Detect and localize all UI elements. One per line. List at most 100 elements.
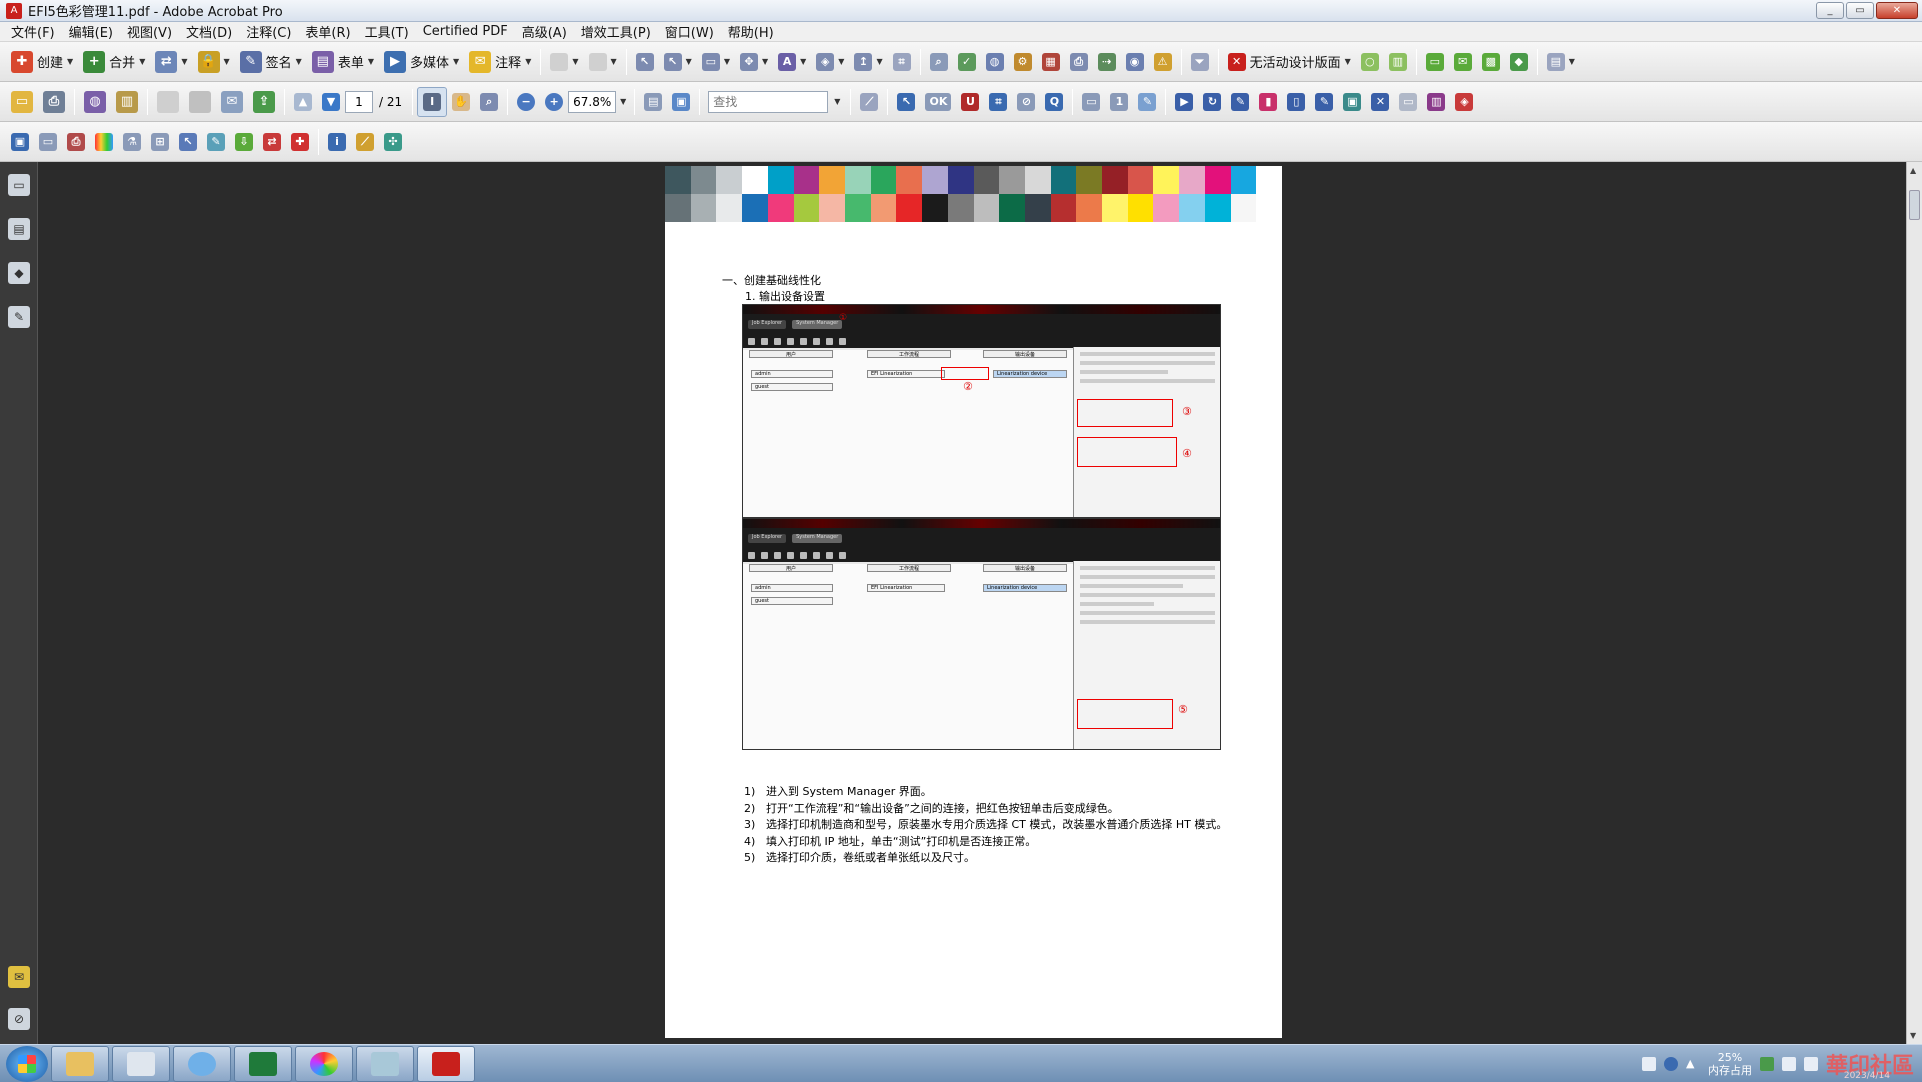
- layout-button[interactable]: ✕ 无活动设计版面 ▼: [1223, 47, 1356, 77]
- menu-tools[interactable]: 工具(T): [358, 22, 416, 41]
- pattern-tool[interactable]: ▩: [1477, 47, 1505, 77]
- edit-tool[interactable]: ✎: [1133, 87, 1161, 117]
- scroll-down-icon[interactable]: ▼: [1910, 1031, 1916, 1040]
- multimedia-button[interactable]: ▶ 多媒体 ▼: [379, 47, 464, 77]
- signatures-icon[interactable]: ✎: [8, 306, 30, 328]
- collaborate-button[interactable]: ⇄ ▼: [150, 47, 192, 77]
- maximize-button[interactable]: ▭: [1846, 2, 1874, 19]
- pp-tool-4[interactable]: [90, 127, 118, 157]
- layer-tool-1[interactable]: ○: [1356, 47, 1384, 77]
- select-tool-2[interactable]: ↖ ▼: [659, 47, 697, 77]
- plugin-tool-11[interactable]: ◈: [1450, 87, 1478, 117]
- move-tool[interactable]: ✥ ▼: [735, 47, 773, 77]
- crop-page-tool[interactable]: ⌗: [984, 87, 1012, 117]
- menu-window[interactable]: 窗口(W): [658, 22, 721, 41]
- help-icon[interactable]: [1663, 1057, 1678, 1071]
- pin-tool[interactable]: ↥ ▼: [849, 47, 887, 77]
- pages-icon[interactable]: ▭: [8, 174, 30, 196]
- scroll-up-icon[interactable]: ▲: [1910, 166, 1916, 175]
- open-button[interactable]: ▭: [6, 87, 38, 117]
- taskbar-excel[interactable]: [234, 1045, 292, 1082]
- find-dropdown-icon[interactable]: ▼: [834, 97, 840, 106]
- text-tool[interactable]: A ▼: [773, 47, 811, 77]
- hand-tool[interactable]: ✋: [447, 87, 475, 117]
- shield-icon[interactable]: [1759, 1057, 1774, 1071]
- zoom-in-button[interactable]: +: [540, 87, 568, 117]
- pp-tool-7[interactable]: ↖: [174, 127, 202, 157]
- menu-certified-pdf[interactable]: Certified PDF: [416, 24, 515, 39]
- fit-page-button[interactable]: ▣: [667, 87, 695, 117]
- plugin-tool-2[interactable]: ↻: [1198, 87, 1226, 117]
- tray-arrow-icon[interactable]: ▲: [1686, 1057, 1700, 1071]
- select-object-tool[interactable]: ↖: [631, 47, 659, 77]
- plugin-tool-9[interactable]: ▭: [1394, 87, 1422, 117]
- menu-forms[interactable]: 表单(R): [298, 22, 357, 41]
- menu-comments[interactable]: 注释(C): [239, 22, 298, 41]
- scroll-thumb[interactable]: [1909, 190, 1920, 220]
- layers-icon[interactable]: ◆: [8, 262, 30, 284]
- warning-tool[interactable]: ⚠: [1149, 47, 1177, 77]
- pp-tool-13[interactable]: ⟋: [351, 127, 379, 157]
- plugin-tool-6[interactable]: ✎: [1310, 87, 1338, 117]
- zoom-dropdown-icon[interactable]: ▼: [620, 97, 626, 106]
- taskbar-tool-app[interactable]: [356, 1045, 414, 1082]
- measure-tool[interactable]: ⟋: [855, 87, 883, 117]
- prev-page-button[interactable]: ▲: [289, 87, 317, 117]
- export-tool[interactable]: ⇢: [1093, 47, 1121, 77]
- preflight-tool[interactable]: ⌕: [925, 47, 953, 77]
- zoom-input[interactable]: 67.8%: [568, 90, 617, 113]
- pp-tool-2[interactable]: ▭: [34, 127, 62, 157]
- menu-advanced[interactable]: 高级(A): [515, 22, 574, 41]
- plugin-tool-1[interactable]: ▶: [1170, 87, 1198, 117]
- plugin-tool-10[interactable]: ▥: [1422, 87, 1450, 117]
- plugin-tool-7[interactable]: ▣: [1338, 87, 1366, 117]
- link-tool[interactable]: ⊘: [1012, 87, 1040, 117]
- note-tool[interactable]: ▭: [1421, 47, 1449, 77]
- pp-tool-11[interactable]: ✚: [286, 127, 314, 157]
- print-production-tool[interactable]: ⎙: [1065, 47, 1093, 77]
- menu-edit[interactable]: 编辑(E): [62, 22, 120, 41]
- layer-tool-2[interactable]: ▥: [1384, 47, 1412, 77]
- find-input[interactable]: 查找: [708, 90, 829, 113]
- comment-button[interactable]: ✉ 注释 ▼: [464, 47, 536, 77]
- pp-tool-6[interactable]: ⊞: [146, 127, 174, 157]
- menu-document[interactable]: 文档(D): [179, 22, 239, 41]
- pp-tool-14[interactable]: ✣: [379, 127, 407, 157]
- fill-tool[interactable]: ◈ ▼: [811, 47, 849, 77]
- camera-tool[interactable]: ◉: [1121, 47, 1149, 77]
- pp-tool-12[interactable]: i: [323, 127, 351, 157]
- separations-tool[interactable]: ▦: [1037, 47, 1065, 77]
- menu-plugins[interactable]: 增效工具(P): [574, 22, 658, 41]
- sign-button[interactable]: ✎ 签名 ▼: [235, 47, 307, 77]
- layers-tool[interactable]: ◆: [1505, 47, 1533, 77]
- select-text-tool[interactable]: I: [417, 86, 448, 117]
- forms-button[interactable]: ▤ 表单 ▼: [307, 47, 379, 77]
- marquee-tool[interactable]: ▭ ▼: [697, 47, 735, 77]
- plugin-tool-5[interactable]: ▯: [1282, 87, 1310, 117]
- secure-button[interactable]: 🔒 ▼: [193, 47, 235, 77]
- email-send-button[interactable]: ✉: [216, 87, 248, 117]
- taskbar-cloud-app[interactable]: [173, 1045, 231, 1082]
- number-tool[interactable]: 1: [1105, 87, 1133, 117]
- plugin-tool-8[interactable]: ✕: [1366, 87, 1394, 117]
- clipboard-button[interactable]: ▥: [111, 87, 143, 117]
- pp-tool-10[interactable]: ⇄: [258, 127, 286, 157]
- ok-button[interactable]: OK: [920, 87, 956, 117]
- panel-options-button[interactable]: ▤ ▼: [1542, 47, 1580, 77]
- combine-button[interactable]: + 合并 ▼: [78, 47, 150, 77]
- comments-icon[interactable]: ✉: [8, 966, 30, 988]
- pp-tool-5[interactable]: ⚗: [118, 127, 146, 157]
- next-page-button[interactable]: ▼: [317, 87, 345, 117]
- print-button[interactable]: ⎙: [38, 87, 70, 117]
- vertical-scrollbar[interactable]: ▲ ▼: [1906, 162, 1922, 1044]
- minimize-button[interactable]: _: [1816, 2, 1844, 19]
- menu-help[interactable]: 帮助(H): [721, 22, 781, 41]
- pp-tool-1[interactable]: ▣: [6, 127, 34, 157]
- upload-button[interactable]: ⇪: [248, 87, 280, 117]
- create-button[interactable]: ✚ 创建 ▼: [6, 47, 78, 77]
- save-disabled[interactable]: [152, 87, 184, 117]
- pp-tool-3[interactable]: ⎙: [62, 127, 90, 157]
- taskbar-calculator[interactable]: [112, 1045, 170, 1082]
- pp-tool-9[interactable]: ⇩: [230, 127, 258, 157]
- magnet-tool[interactable]: U: [956, 87, 984, 117]
